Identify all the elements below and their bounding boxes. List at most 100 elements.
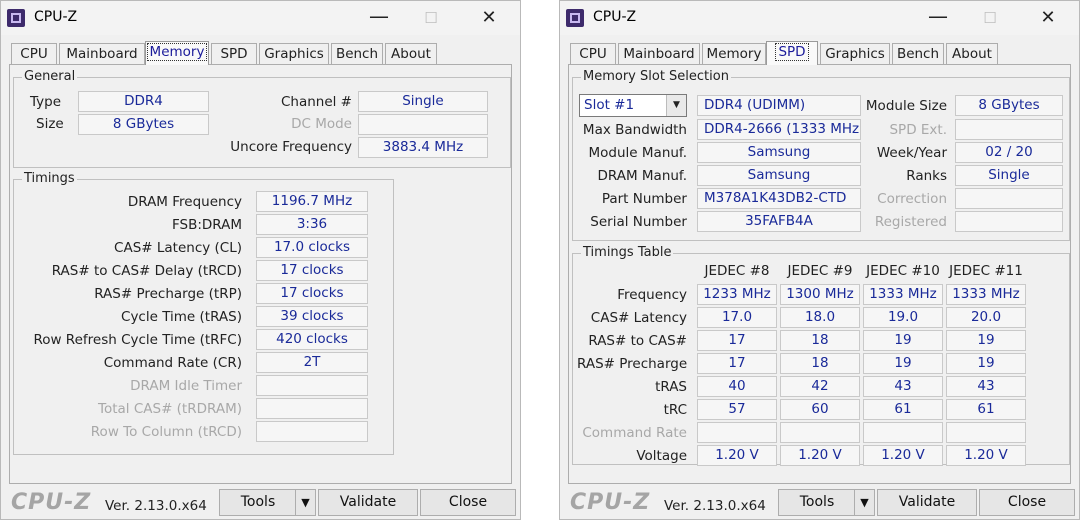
tab-bench[interactable]: Bench <box>331 43 383 65</box>
dc-mode-value <box>358 114 488 135</box>
timing-value: 17 clocks <box>256 283 368 304</box>
timings-cell: 60 <box>780 399 860 420</box>
part-number-value: M378A1K43DB2-CTD <box>697 188 861 209</box>
close-button[interactable]: Close <box>420 489 516 516</box>
tab-graphics[interactable]: Graphics <box>820 43 890 65</box>
timing-value: 3:36 <box>256 214 368 235</box>
slot-select-value: Slot #1 <box>584 97 635 113</box>
tools-dropdown-arrow-icon[interactable]: ▼ <box>854 489 875 516</box>
timings-cell: 61 <box>946 399 1026 420</box>
module-manuf-label: Module Manuf. <box>588 145 687 161</box>
tab-bench[interactable]: Bench <box>892 43 944 65</box>
cpuz-logo: CPU-Z <box>570 490 651 515</box>
dc-mode-label: DC Mode <box>291 116 352 132</box>
tab-label: Graphics <box>825 46 885 62</box>
version-label: Ver. 2.13.0.x64 <box>664 498 766 514</box>
chevron-down-icon[interactable]: ▼ <box>666 95 686 116</box>
part-number-label: Part Number <box>601 191 687 207</box>
timings-cell: 19 <box>946 353 1026 374</box>
timing-label: FSB:DRAM <box>171 217 242 233</box>
footer-bar: CPU-Z Ver. 2.13.0.x64 Tools ▼ Validate C… <box>560 484 1079 520</box>
column-header: JEDEC #11 <box>949 263 1023 279</box>
timing-label: Total CAS# (tRDRAM) <box>98 401 242 417</box>
cpuz-app-icon <box>566 9 584 27</box>
memory-type-value: DDR4 (UDIMM) <box>697 95 861 116</box>
timings-cell: 19.0 <box>863 307 943 328</box>
timing-value: 420 clocks <box>256 329 368 350</box>
title-bar[interactable]: CPU-Z — ☐ ✕ <box>560 1 1079 35</box>
tab-about[interactable]: About <box>946 43 998 65</box>
tab-mainboard[interactable]: Mainboard <box>59 43 145 65</box>
timings-cell: 1.20 V <box>946 445 1026 466</box>
timings-cell: 1.20 V <box>697 445 777 466</box>
dram-manuf-label: DRAM Manuf. <box>597 168 688 184</box>
tools-button[interactable]: Tools <box>219 489 297 516</box>
column-header: JEDEC #8 <box>704 263 770 279</box>
correction-value <box>955 188 1063 209</box>
tab-memory[interactable]: Memory <box>145 41 209 65</box>
timing-label: Command Rate (CR) <box>103 355 242 371</box>
timing-value: 1196.7 MHz <box>256 191 368 212</box>
tab-memory[interactable]: Memory <box>702 43 766 65</box>
close-window-button[interactable]: ✕ <box>1025 1 1071 35</box>
tab-label: Memory <box>146 43 208 61</box>
timings-row-label: Command Rate <box>582 425 687 441</box>
title-bar[interactable]: CPU-Z — ☐ ✕ <box>1 1 520 35</box>
close-button[interactable]: Close <box>979 489 1075 516</box>
close-window-button[interactable]: ✕ <box>466 1 512 35</box>
tab-bar: CPU Mainboard Memory SPD Graphics Bench … <box>570 41 1071 65</box>
validate-button[interactable]: Validate <box>318 489 418 516</box>
timing-label: RAS# Precharge (tRP) <box>94 286 242 302</box>
timing-value <box>256 375 368 396</box>
validate-button[interactable]: Validate <box>877 489 977 516</box>
column-header: JEDEC #9 <box>787 263 853 279</box>
group-title: General <box>22 69 78 84</box>
tab-label: CPU <box>579 46 607 62</box>
timings-cell: 40 <box>697 376 777 397</box>
max-bandwidth-label: Max Bandwidth <box>582 122 687 138</box>
tools-button[interactable]: Tools <box>778 489 856 516</box>
group-title: Memory Slot Selection <box>581 69 731 84</box>
minimize-button[interactable]: — <box>356 1 402 35</box>
group-title: Timings Table <box>581 245 674 260</box>
timing-label: DRAM Frequency <box>127 194 242 210</box>
memory-slot-selection-group: Memory Slot Selection Slot #1 ▼ DDR4 (UD… <box>572 69 1070 241</box>
timings-group: Timings DRAM Frequency 1196.7 MHz FSB:DR… <box>13 171 394 455</box>
tab-spd[interactable]: SPD <box>766 41 818 65</box>
tab-graphics[interactable]: Graphics <box>259 43 329 65</box>
timings-cell: 1.20 V <box>863 445 943 466</box>
tab-mainboard[interactable]: Mainboard <box>618 43 700 65</box>
timings-row-label: Frequency <box>617 287 687 303</box>
timings-row-label: RAS# to CAS# <box>588 333 687 349</box>
tools-dropdown-arrow-icon[interactable]: ▼ <box>295 489 316 516</box>
slot-select[interactable]: Slot #1 ▼ <box>579 94 687 117</box>
tab-label: CPU <box>20 46 48 62</box>
tab-label: Bench <box>335 46 379 62</box>
maximize-button[interactable]: ☐ <box>408 1 454 35</box>
tab-spd[interactable]: SPD <box>211 43 257 65</box>
week-year-label: Week/Year <box>876 145 947 161</box>
channel-label: Channel # <box>280 94 352 110</box>
tab-about[interactable]: About <box>385 43 437 65</box>
timing-label: CAS# Latency (CL) <box>114 240 242 256</box>
minimize-button[interactable]: — <box>915 1 961 35</box>
cpuz-window-spd: CPU-Z — ☐ ✕ CPU Mainboard Memory SPD Gra… <box>559 0 1080 520</box>
timings-row-label: tRC <box>663 402 687 418</box>
dram-manuf-value: Samsung <box>697 165 861 186</box>
uncore-frequency-label: Uncore Frequency <box>230 139 352 155</box>
timings-cell: 42 <box>780 376 860 397</box>
timings-row-label: CAS# Latency <box>590 310 687 326</box>
version-label: Ver. 2.13.0.x64 <box>105 498 207 514</box>
size-value: 8 GBytes <box>78 114 209 135</box>
timings-cell: 17 <box>697 330 777 351</box>
tab-cpu[interactable]: CPU <box>11 43 57 65</box>
timing-value: 2T <box>256 352 368 373</box>
timings-cell: 43 <box>863 376 943 397</box>
window-title: CPU-Z <box>593 9 637 25</box>
spd-ext-label: SPD Ext. <box>889 122 947 138</box>
tab-cpu[interactable]: CPU <box>570 43 616 65</box>
timing-label: DRAM Idle Timer <box>130 378 242 394</box>
tab-label: SPD <box>775 43 809 61</box>
tab-label: SPD <box>220 46 248 62</box>
maximize-button[interactable]: ☐ <box>967 1 1013 35</box>
